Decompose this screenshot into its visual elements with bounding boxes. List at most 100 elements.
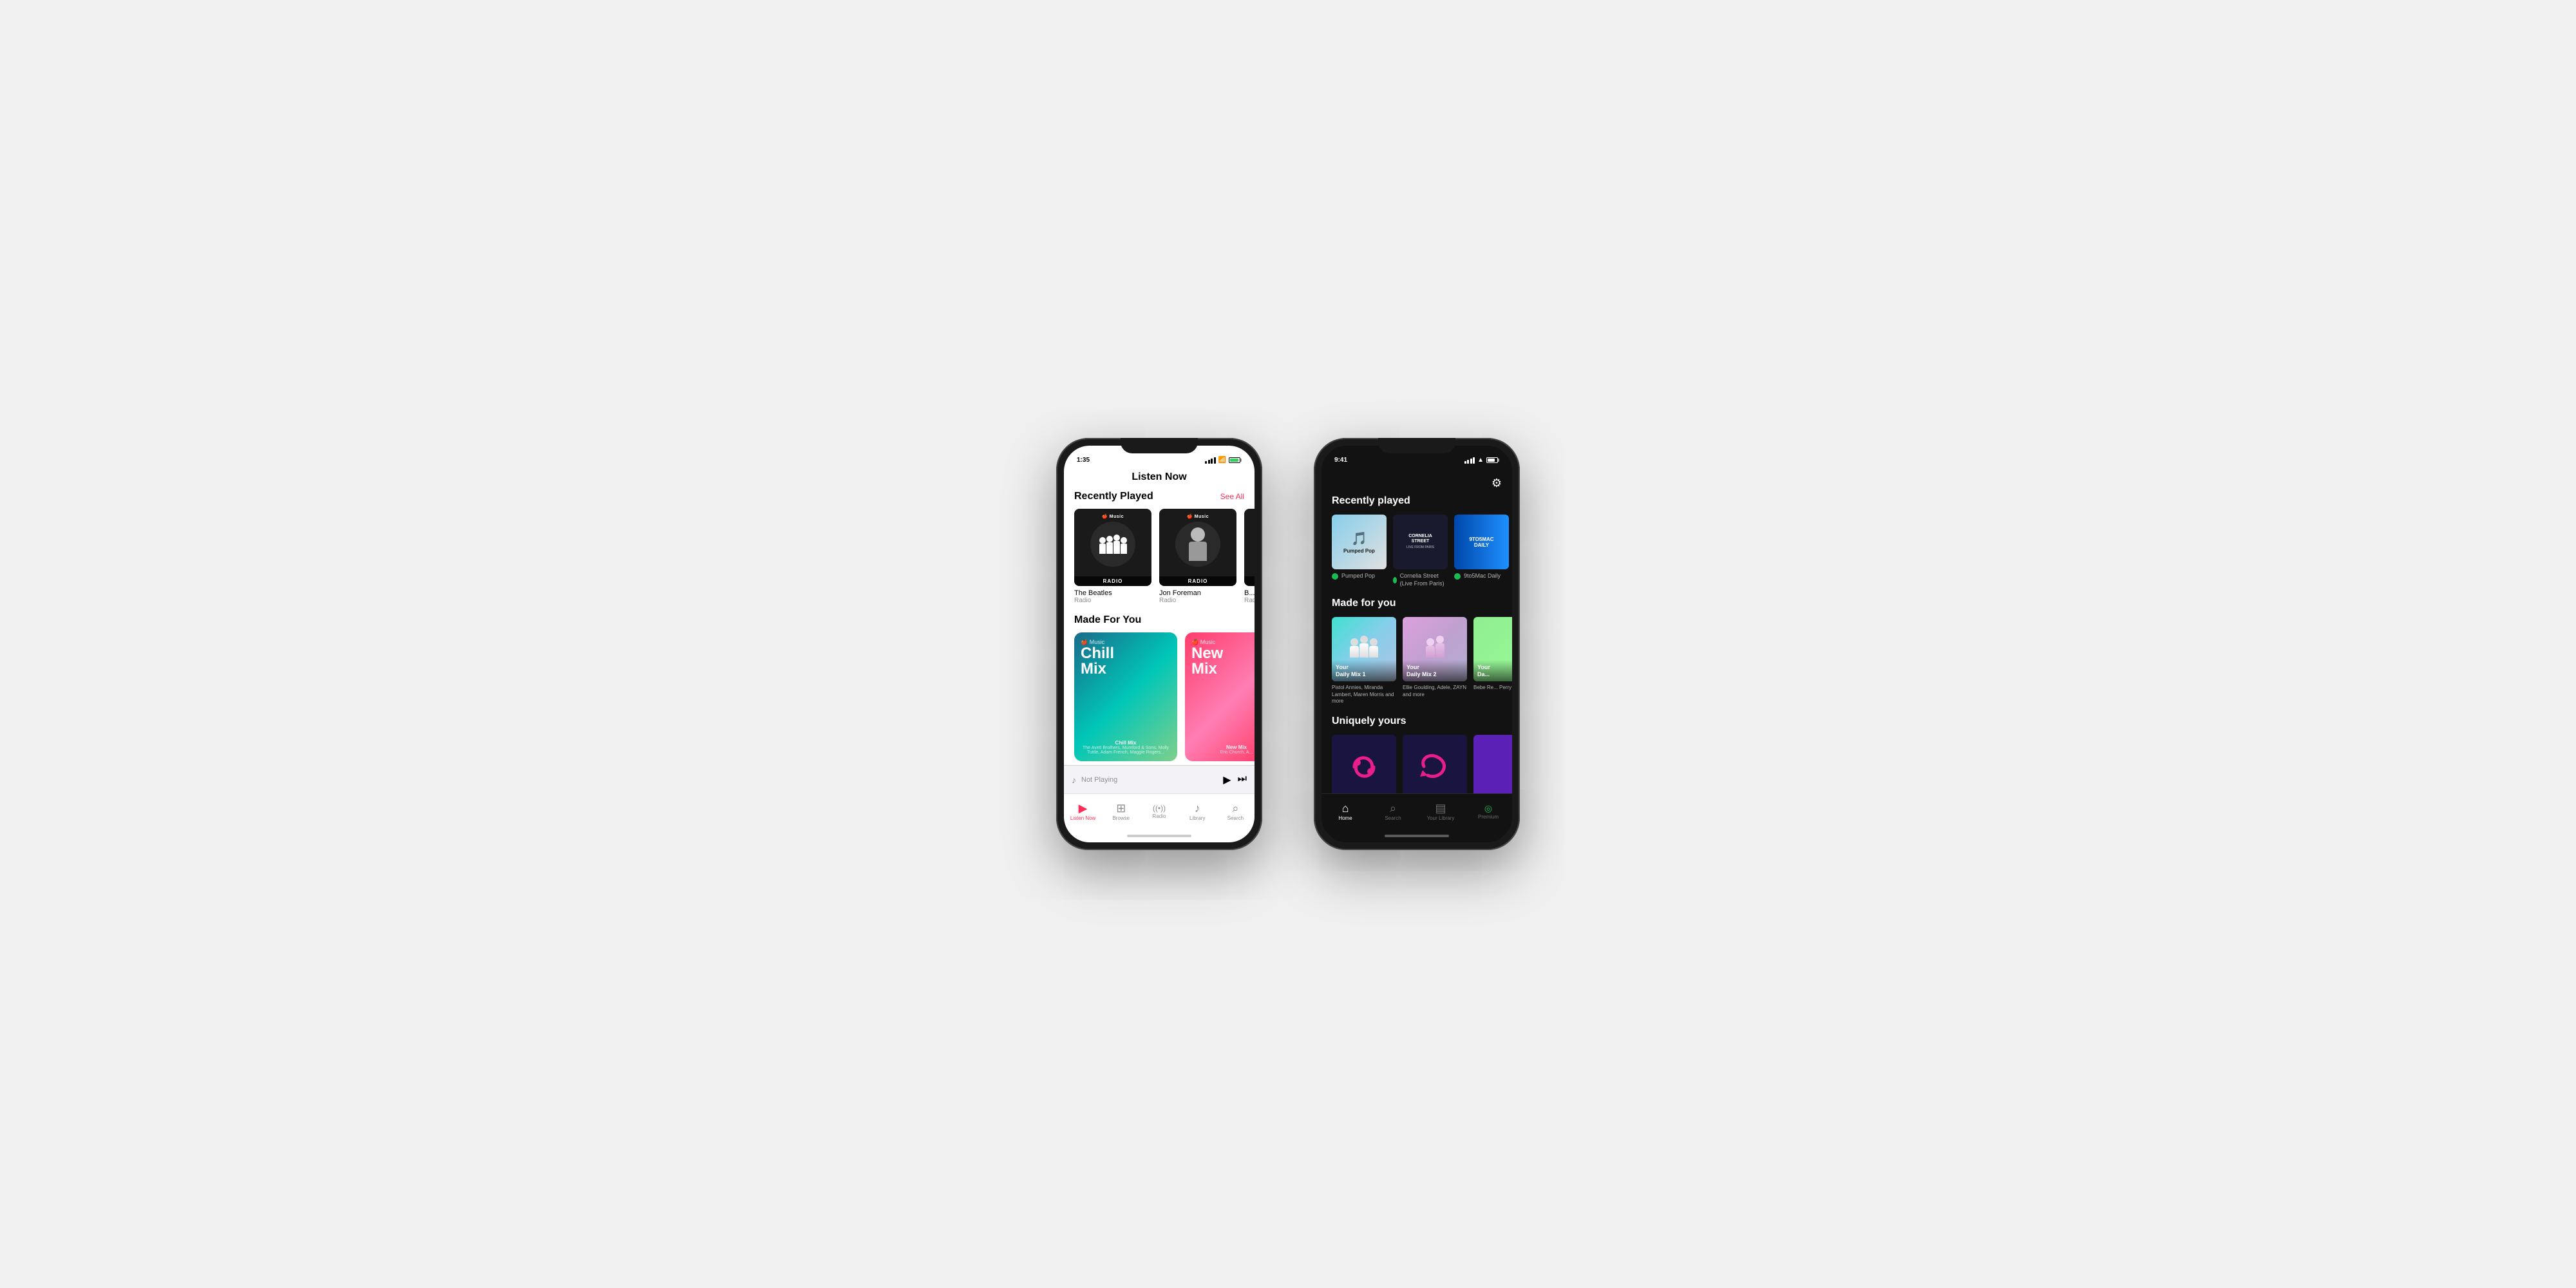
radio-type: Radio (1159, 597, 1236, 604)
list-item[interactable]: 🍎 Music RADIO (1074, 509, 1151, 604)
daily-mix-2-thumb: YourDaily Mix 2 (1403, 617, 1467, 681)
nav-label: Home (1338, 815, 1352, 821)
daily-mix-1-card[interactable]: YourDaily Mix 1 (1332, 617, 1396, 705)
recently-played-title: Recently Played (1074, 491, 1153, 502)
listen-now-icon: ▶ (1079, 802, 1088, 814)
nav-premium[interactable]: ◎ Premium (1464, 804, 1512, 820)
apple-music-content: Listen Now Recently Played See All 🍎 Mus… (1064, 466, 1255, 765)
list-item[interactable]: CORNELIASTREETLIVE FROM PARIS Cornelia S… (1393, 515, 1448, 587)
list-item[interactable]: 🍎 Music RADIO B... Radio (1244, 509, 1255, 604)
mix-subtitle-label: New Mix (1191, 744, 1255, 750)
nav-search[interactable]: ⌕ Search (1217, 802, 1255, 821)
made-for-you-title: Made For You (1074, 614, 1141, 626)
apple-music-logo: 🍎 Music (1187, 509, 1209, 519)
mix-artists: Eric Church, A... (1191, 750, 1255, 755)
pumped-pop-thumb: 🎵 Pumped Pop (1332, 515, 1387, 569)
nav-listen-now[interactable]: ▶ Listen Now (1064, 802, 1102, 821)
radio-type: Radio (1074, 597, 1151, 604)
spotify-icon (1454, 573, 1461, 580)
settings-icon[interactable]: ⚙ (1492, 477, 1502, 490)
made-for-you-list: 🍎 Music ChillMix Chill Mix The Avett Bro… (1064, 632, 1255, 765)
recently-played-title: Recently played (1321, 495, 1512, 515)
signal-icon (1464, 457, 1475, 464)
search-icon: ⌕ (1390, 802, 1396, 814)
made-for-you-header: Made For You (1064, 614, 1255, 632)
daily-mix-3-card[interactable]: YourDa... Bebe Re... Perry a... (1473, 617, 1512, 705)
status-time: 1:35 (1077, 457, 1205, 464)
artist-avatar (1175, 522, 1220, 567)
mix-title: YourDaily Mix 1 (1336, 664, 1392, 678)
battery-icon (1229, 457, 1242, 463)
recently-played-list: 🎵 Pumped Pop Pumped Pop CORNELI (1321, 515, 1512, 598)
wifi-icon: 📶 (1218, 457, 1226, 464)
spotify-phone: 9:41 ▲ ⚙ (1314, 438, 1520, 850)
nav-radio[interactable]: ((•)) Radio (1140, 804, 1178, 819)
browse-icon: ⊞ (1116, 802, 1126, 814)
recent-name: Cornelia Street (Live From Paris) (1400, 573, 1448, 587)
home-indicator (1321, 829, 1512, 842)
nav-label: Library (1189, 815, 1205, 821)
mix-subtitle: Bebe Re... Perry a... (1473, 685, 1512, 691)
made-for-you-title: Made for you (1321, 598, 1512, 617)
now-playing-bar: ♪ Not Playing ▶ ⏭ (1064, 765, 1255, 793)
uniquely-yours-3-card[interactable] (1473, 735, 1512, 793)
recent-name: Pumped Pop (1341, 573, 1375, 580)
spotify-icon (1393, 577, 1397, 583)
bottom-navigation: ▶ Listen Now ⊞ Browse ((•)) Radio ♪ Libr… (1064, 793, 1255, 829)
nav-label: Browse (1112, 815, 1130, 821)
radio-type: Radio (1244, 597, 1255, 604)
page-title: Listen Now (1064, 466, 1255, 491)
music-note-icon: ♪ (1072, 775, 1076, 785)
daily-mix-3-thumb: YourDa... (1473, 617, 1512, 681)
see-all-button[interactable]: See All (1220, 492, 1244, 501)
nav-browse[interactable]: ⊞ Browse (1102, 802, 1140, 821)
notch (1378, 438, 1455, 453)
home-icon: ⌂ (1342, 802, 1349, 814)
spotify-logo-icon: ◎ (1484, 804, 1492, 813)
nav-label: Radio (1153, 813, 1166, 819)
mix-title: YourDa... (1477, 664, 1512, 678)
radio-badge: RADIO (1159, 576, 1236, 586)
status-time: 9:41 (1334, 457, 1464, 464)
library-icon: ▤ (1435, 802, 1446, 814)
nav-search[interactable]: ⌕ Search (1369, 802, 1417, 821)
home-indicator (1064, 829, 1255, 842)
wifi-icon: ▲ (1477, 457, 1484, 464)
now-playing-text: Not Playing (1081, 776, 1218, 784)
nav-label: Premium (1478, 814, 1499, 820)
daily-mix-2-card[interactable]: YourDaily Mix 2 Ellie Goulding, Adele, Z… (1403, 617, 1467, 705)
album-text: CORNELIASTREETLIVE FROM PARIS (1406, 534, 1434, 550)
play-button[interactable]: ▶ (1223, 773, 1231, 786)
library-icon: ♪ (1195, 802, 1200, 814)
nav-library[interactable]: ♪ Library (1179, 802, 1217, 821)
mac-daily-thumb: 9TO5MACDAILY (1454, 515, 1509, 569)
spotify-icon (1332, 573, 1338, 580)
repeat-rewind-card[interactable]: Repeat Rewind (1403, 735, 1467, 793)
list-item[interactable]: 🎵 Pumped Pop Pumped Pop (1332, 515, 1387, 587)
apple-music-phone: 1:35 📶 Listen Now (1056, 438, 1262, 850)
nav-home[interactable]: ⌂ Home (1321, 802, 1369, 821)
podcast-text: 9TO5MACDAILY (1469, 536, 1493, 548)
nav-label: Search (1385, 815, 1401, 821)
list-item[interactable]: 🍎 Music RADIO Jon Foreman Ra (1159, 509, 1236, 604)
on-repeat-card[interactable]: On Repeat (1332, 735, 1396, 793)
nav-library[interactable]: ▤ Your Library (1417, 802, 1464, 821)
mix-subtitle: Ellie Goulding, Adele, ZAYN and more (1403, 685, 1467, 698)
chill-mix-card[interactable]: 🍎 Music ChillMix Chill Mix The Avett Bro… (1074, 632, 1177, 761)
status-icons: ▲ (1464, 457, 1499, 464)
apple-music-logo: 🍎 Music (1102, 509, 1124, 519)
new-mix-card[interactable]: 🍎 Music NewMix New Mix Eric Church, A... (1185, 632, 1255, 761)
skip-button[interactable]: ⏭ (1238, 773, 1247, 786)
list-item[interactable]: 9TO5MACDAILY 9to5Mac Daily (1454, 515, 1509, 587)
daily-mix-1-thumb: YourDaily Mix 1 (1332, 617, 1396, 681)
radio-badge: RADIO (1074, 576, 1151, 586)
radio-badge: RADIO (1244, 576, 1255, 586)
on-repeat-thumb (1332, 735, 1396, 793)
recently-played-header: Recently Played See All (1064, 491, 1255, 509)
mix-name: ChillMix (1081, 646, 1171, 677)
nav-label: Listen Now (1070, 815, 1096, 821)
uniquely-yours-3-thumb (1473, 735, 1512, 793)
uniquely-yours-list: On Repeat Rep (1321, 735, 1512, 793)
mix-title: YourDaily Mix 2 (1406, 664, 1463, 678)
radio-icon: ((•)) (1153, 804, 1166, 812)
